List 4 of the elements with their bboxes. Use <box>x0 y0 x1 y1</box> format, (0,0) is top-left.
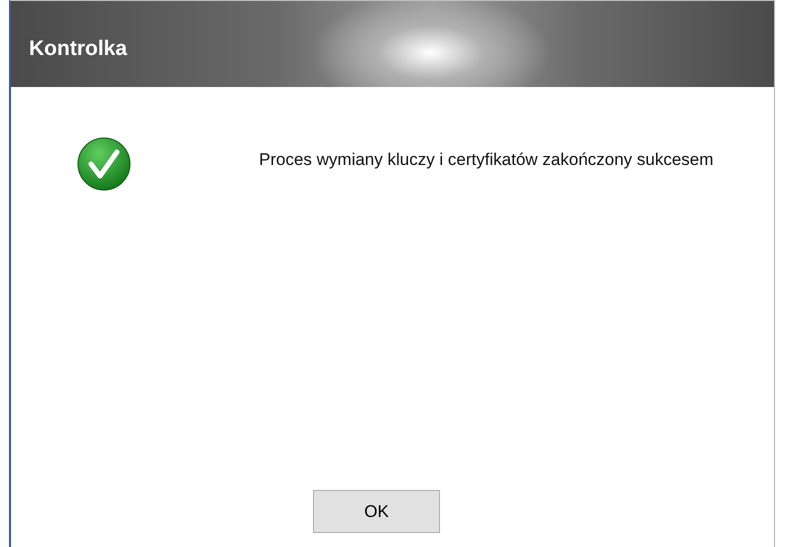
check-icon <box>77 137 131 191</box>
message-text: Proces wymiany kluczy i certyfikatów zakończony sukcesem <box>259 149 714 171</box>
window-title: Kontrolka <box>29 36 128 62</box>
ok-button[interactable]: OK <box>313 490 440 533</box>
